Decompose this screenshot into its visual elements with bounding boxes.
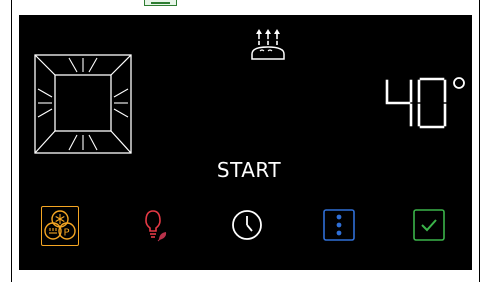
- light-button[interactable]: [135, 207, 171, 243]
- proof-fan-mode-button[interactable]: P: [41, 206, 79, 246]
- svg-text:P: P: [64, 228, 70, 239]
- dough-proofing-icon[interactable]: [248, 25, 288, 63]
- menu-button[interactable]: [321, 207, 357, 243]
- oven-heating-icon: [33, 53, 133, 155]
- timer-button[interactable]: [229, 207, 265, 243]
- clock-icon: [229, 207, 265, 243]
- confirm-button[interactable]: [411, 207, 447, 243]
- proof-fan-mode-icon: P: [43, 209, 77, 243]
- control-panel-screen: 40 START: [19, 15, 472, 270]
- vertical-dots-menu-icon: [321, 207, 357, 243]
- lamp-eco-icon: [135, 207, 171, 243]
- checkbox-icon: [411, 207, 447, 243]
- temperature-display: 40: [383, 73, 469, 133]
- top-status-indicator: [144, 0, 177, 6]
- start-button[interactable]: START: [19, 158, 479, 182]
